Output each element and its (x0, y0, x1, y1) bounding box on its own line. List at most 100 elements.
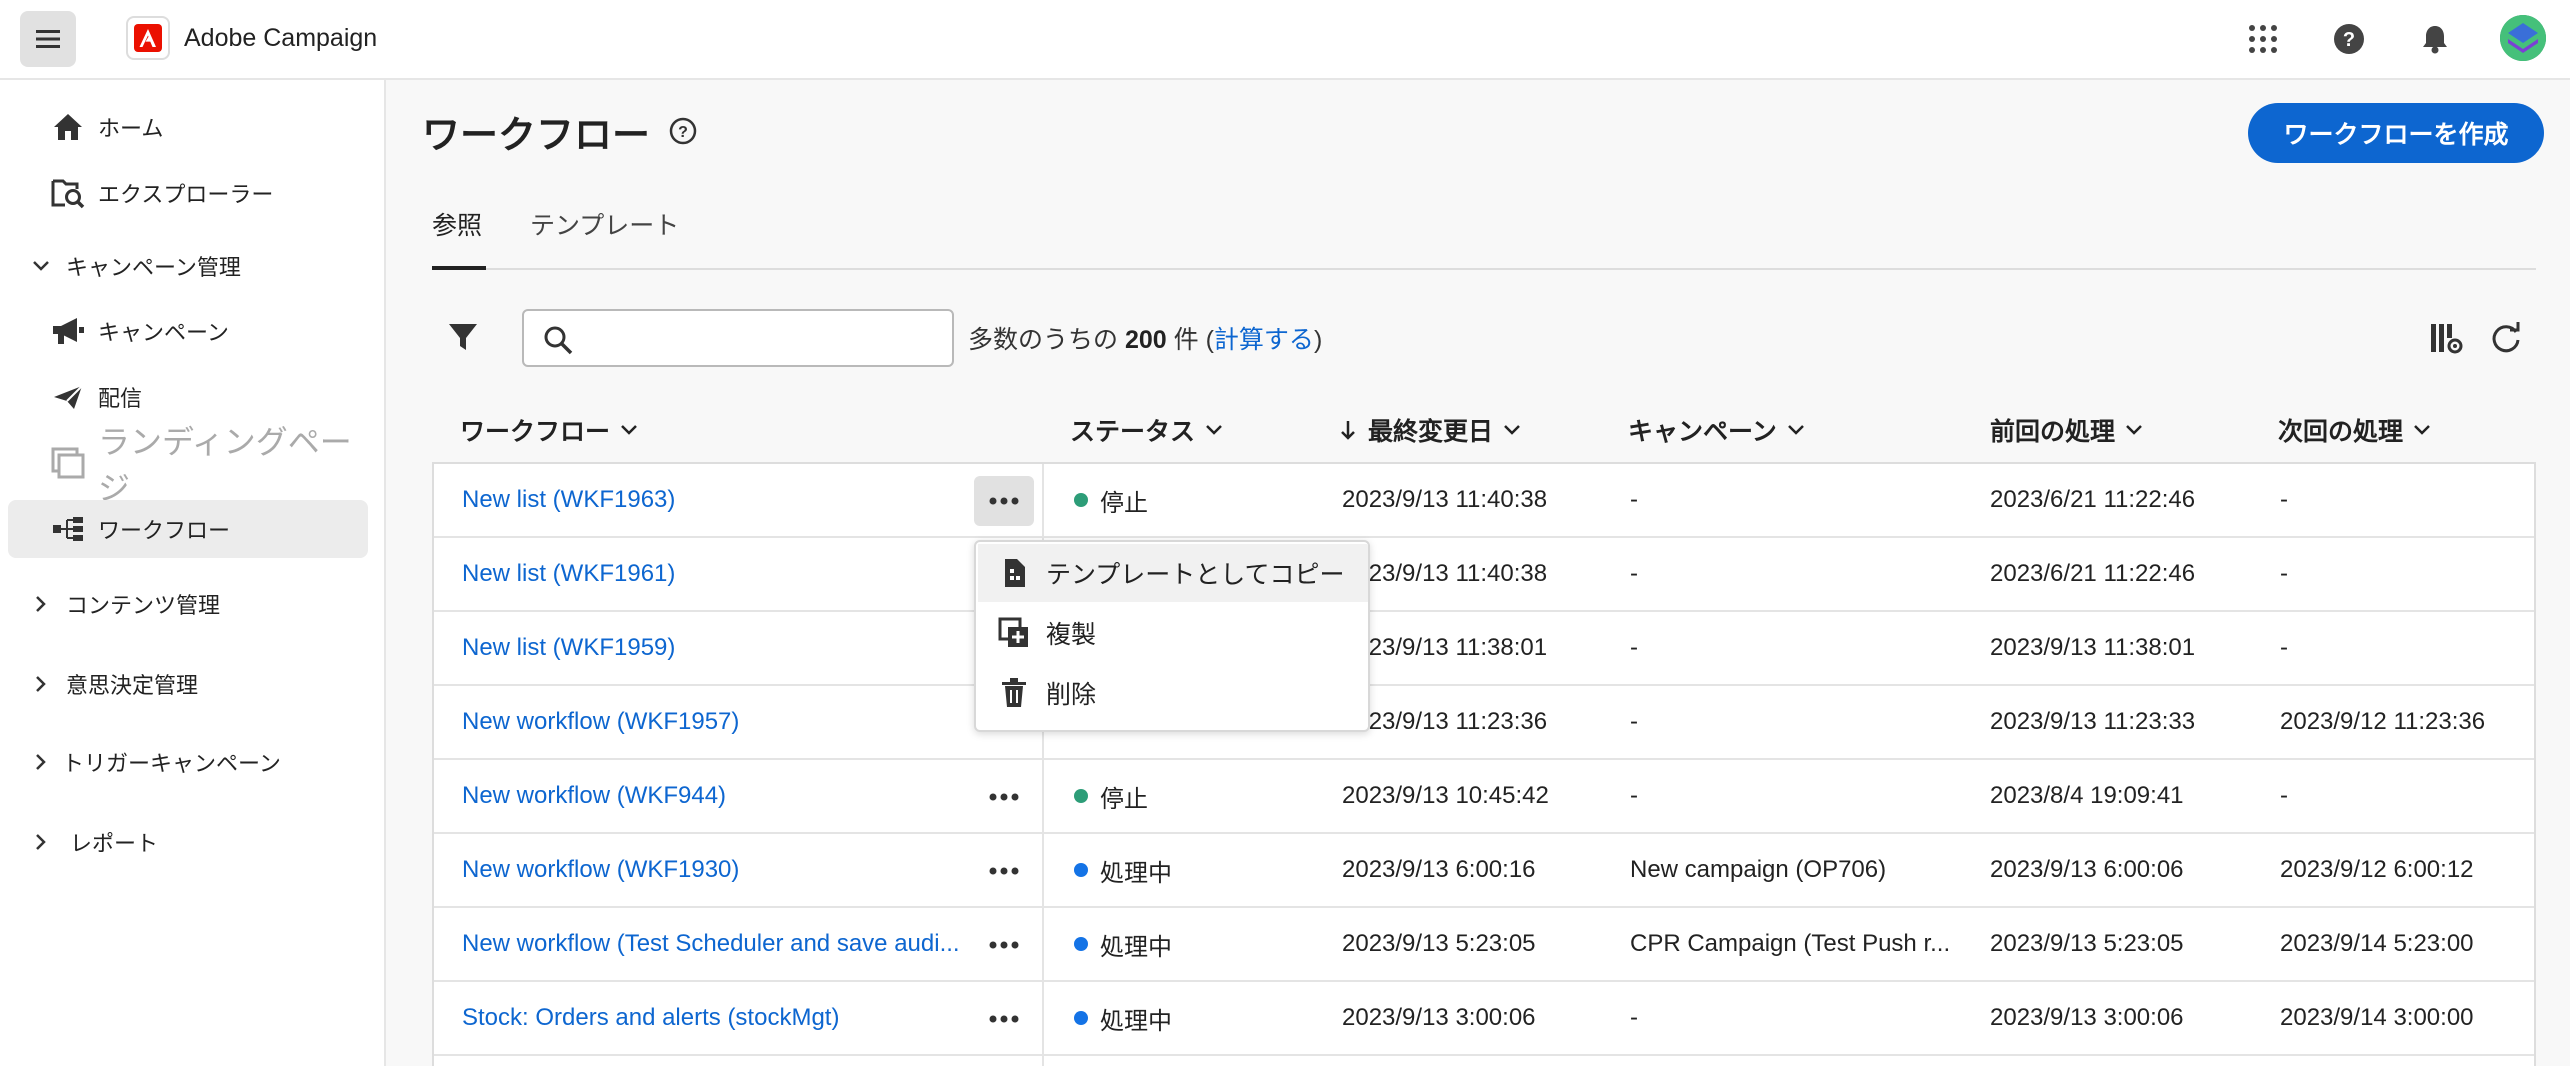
tab-templates[interactable]: テンプレート (530, 206, 679, 242)
sidebar-group-reports[interactable]: レポート (30, 822, 158, 862)
workflow-name-link[interactable]: New list (WKF1961) (462, 538, 675, 610)
workflow-name-link[interactable]: New list (WKF1963) (462, 464, 675, 536)
campaign-cell: New campaign (OP706) (1630, 856, 1887, 883)
hamburger-icon (36, 30, 60, 48)
search-input[interactable] (584, 319, 944, 357)
sidebar-item-label: ホーム (98, 116, 164, 141)
svg-text:?: ? (678, 124, 688, 141)
menu-item-copy-as-template[interactable]: テンプレートとしてコピー (978, 544, 1368, 602)
help-circle-icon: ? (669, 117, 697, 145)
column-label: キャンペーン (1628, 418, 1777, 446)
sidebar-item-campaigns[interactable]: キャンペーン (8, 302, 368, 360)
sidebar-item-home[interactable]: ホーム (8, 98, 368, 156)
workflow-table: New list (WKF1963) 停止 2023/9/13 11:40:38… (432, 462, 2536, 1066)
sidebar-group-label: コンテンツ管理 (66, 593, 221, 618)
home-icon (50, 109, 86, 145)
filter-icon (449, 324, 477, 350)
menu-item-delete[interactable]: 削除 (978, 664, 1368, 722)
refresh-button[interactable] (2488, 320, 2524, 356)
modified-cell: 2023/9/13 5:23:05 (1342, 930, 1536, 957)
sidebar-item-landing-pages[interactable]: ランディングページ (8, 424, 368, 506)
status-cell: 処理中 (1074, 834, 1172, 906)
count-number: 200 (1124, 326, 1167, 354)
next-process-cell: - (2280, 634, 2288, 661)
result-count: 多数のうちの 200 件 (計算する) (968, 320, 1322, 356)
workflow-name-link[interactable]: New list (WKF1959) (462, 612, 675, 684)
calculate-link[interactable]: 計算する (1214, 326, 1314, 354)
adobe-logo[interactable] (126, 16, 170, 60)
menu-item-duplicate[interactable]: 複製 (978, 604, 1368, 662)
table-row[interactable]: New workflow (Test Scheduler and save au… (434, 908, 2534, 982)
column-header-last-modified[interactable]: 最終変更日 (1340, 412, 1521, 448)
sidebar-item-explorer[interactable]: エクスプローラー (8, 164, 368, 222)
more-icon (989, 941, 1019, 949)
column-label: 最終変更日 (1368, 418, 1494, 446)
table-row[interactable]: Stock: Orders and alerts (stockMgt) 処理中 … (434, 982, 2534, 1056)
copy-template-icon (998, 557, 1030, 589)
next-process-cell: 2023/9/12 6:00:12 (2280, 856, 2474, 883)
page-help-button[interactable]: ? (668, 116, 698, 146)
table-row[interactable]: New workflow (WKF944) 停止 2023/9/13 10:45… (434, 760, 2534, 834)
row-more-button[interactable] (974, 846, 1034, 896)
menu-toggle-button[interactable] (20, 11, 76, 67)
tab-active-indicator (432, 266, 486, 270)
sidebar-group-content-management[interactable]: コンテンツ管理 (30, 584, 220, 624)
table-row[interactable]: New list (WKF1959) 2023/9/13 11:38:01 - … (434, 612, 2534, 686)
search-field[interactable] (522, 309, 954, 367)
notifications-button[interactable] (2414, 18, 2456, 60)
status-label: 処理中 (1100, 933, 1172, 961)
column-header-last-process[interactable]: 前回の処理 (1990, 412, 2143, 448)
modified-cell: 2023/9/13 11:40:38 (1342, 560, 1548, 587)
workflow-name-link[interactable]: New workflow (WKF1957) (462, 686, 739, 758)
table-row[interactable]: New workflow (WKF1930) 処理中 2023/9/13 6:0… (434, 834, 2534, 908)
sidebar-item-workflows[interactable]: ワークフロー (8, 500, 368, 558)
column-header-status[interactable]: ステータス (1070, 412, 1223, 448)
app-name[interactable]: Adobe Campaign (184, 24, 377, 53)
table-row[interactable]: New list (WKF1963) 停止 2023/9/13 11:40:38… (434, 464, 2534, 538)
create-workflow-button[interactable]: ワークフローを作成 (2248, 103, 2544, 163)
workflow-name-link[interactable]: New workflow (WKF1930) (462, 834, 739, 906)
campaign-cell: - (1630, 634, 1638, 661)
more-icon (989, 793, 1019, 801)
megaphone-icon (50, 313, 86, 349)
workflow-name-link[interactable]: New workflow (Test Scheduler and save au… (462, 908, 960, 980)
table-row[interactable]: New workflow (WKF1957) 2023/9/13 11:23:3… (434, 686, 2534, 760)
column-label: ワークフロー (460, 418, 611, 446)
row-more-button[interactable] (974, 476, 1034, 526)
column-header-campaign[interactable]: キャンペーン (1628, 412, 1805, 448)
sidebar-group-decision-management[interactable]: 意思決定管理 (30, 664, 198, 704)
filter-button[interactable] (446, 320, 480, 354)
sidebar-item-label: ワークフロー (98, 518, 231, 543)
more-icon (989, 867, 1019, 875)
help-button[interactable]: ? (2328, 18, 2370, 60)
chevron-down-icon (1787, 425, 1804, 435)
more-icon (989, 1015, 1019, 1023)
sidebar-group-campaign-management[interactable]: キャンペーン管理 (30, 246, 241, 286)
row-more-button[interactable] (974, 920, 1034, 970)
next-process-cell: 2023/9/12 11:23:36 (2280, 708, 2486, 735)
menu-item-label: 複製 (1046, 621, 1097, 649)
column-header-next-process[interactable]: 次回の処理 (2278, 412, 2431, 448)
next-process-cell: 2023/9/14 3:00:00 (2280, 1004, 2474, 1031)
workflow-name-link[interactable]: New workflow (WKF944) (462, 760, 726, 832)
row-more-button[interactable] (974, 772, 1034, 822)
column-settings-button[interactable] (2428, 320, 2464, 356)
column-header-workflow[interactable]: ワークフロー (460, 412, 638, 448)
chevron-right-icon (30, 831, 52, 853)
column-settings-icon (2431, 324, 2463, 354)
sidebar-group-trigger-campaigns[interactable]: トリガーキャンペーン (30, 742, 281, 782)
status-dot (1074, 493, 1088, 507)
table-row[interactable]: New list (WKF1961) 2023/9/13 11:40:38 - … (434, 538, 2534, 612)
apps-grid-button[interactable] (2242, 18, 2284, 60)
delete-icon (998, 677, 1030, 709)
chevron-down-icon (621, 425, 637, 435)
tab-browse[interactable]: 参照 (432, 206, 482, 242)
workflow-name-link[interactable]: Stock: Orders and alerts (stockMgt) (462, 982, 839, 1054)
status-cell: 停止 (1074, 760, 1148, 832)
row-more-button[interactable] (974, 994, 1034, 1044)
column-label: ステータス (1070, 418, 1196, 446)
refresh-icon (2492, 322, 2520, 353)
user-avatar[interactable] (2500, 15, 2546, 61)
chevron-down-icon (2126, 425, 2142, 435)
column-label: 前回の処理 (1990, 418, 2116, 446)
